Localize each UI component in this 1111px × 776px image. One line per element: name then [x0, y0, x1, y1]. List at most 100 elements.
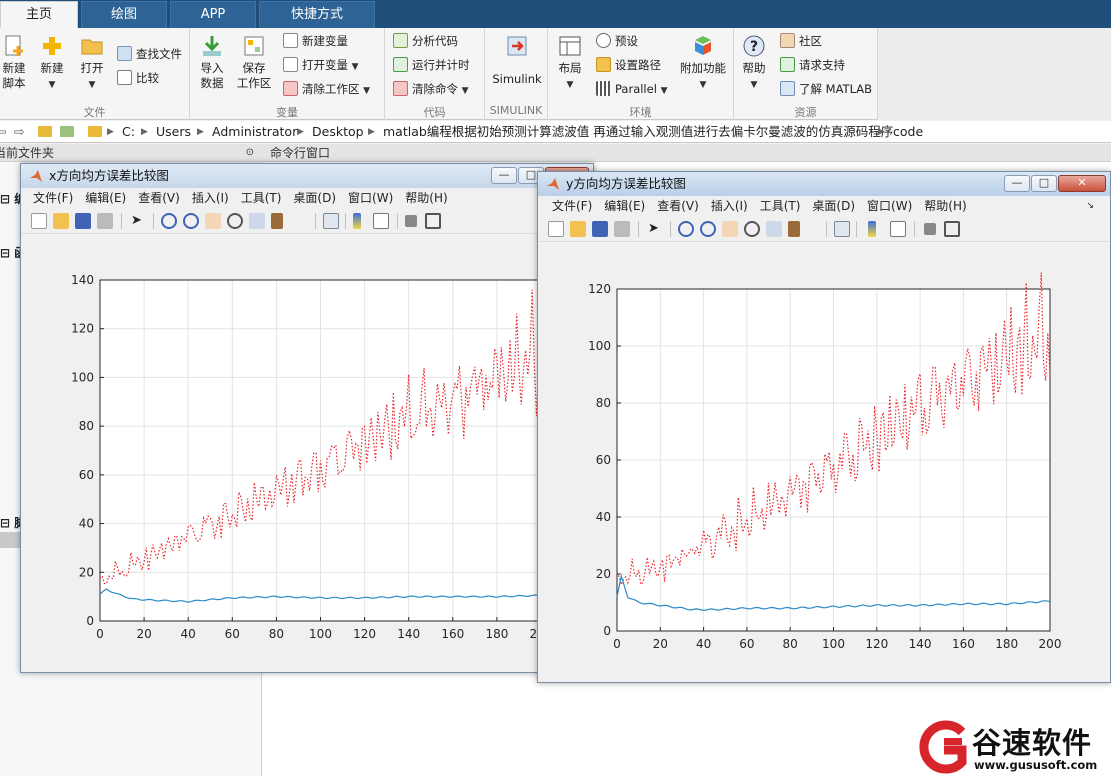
line-chart[interactable]: 0204060801001201401601802000204060801001…	[538, 243, 1111, 683]
new-variable-button[interactable]: 新建变量	[283, 31, 348, 51]
save-icon[interactable]	[592, 221, 608, 237]
breadcrumb-item[interactable]: C:	[122, 121, 135, 143]
brush-icon[interactable]	[271, 213, 283, 229]
breadcrumb-item[interactable]: matlab编程根据初始预测计算滤波值 再通过输入观测值进行去偏卡尔曼滤波的仿真…	[383, 121, 893, 143]
menu-window[interactable]: 窗口(W)	[342, 188, 399, 208]
legend-icon[interactable]	[373, 213, 389, 229]
menu-edit[interactable]: 编辑(E)	[79, 188, 132, 208]
preferences-button[interactable]: 预设	[596, 31, 638, 51]
open-file-icon[interactable]	[53, 213, 69, 229]
menu-insert[interactable]: 插入(I)	[186, 188, 235, 208]
figure-window-y[interactable]: y方向均方误差比较图 — □ ✕ 文件(F) 编辑(E) 查看(V) 插入(I) 工具(…	[537, 171, 1111, 683]
back-arrow-icon[interactable]: ⇦	[0, 121, 6, 143]
zoom-in-icon[interactable]	[161, 213, 177, 229]
zoom-out-icon[interactable]	[700, 221, 716, 237]
data-cursor-icon[interactable]	[249, 213, 265, 229]
pan-icon[interactable]	[722, 221, 738, 237]
save-icon[interactable]	[75, 213, 91, 229]
figure-titlebar[interactable]: x方向均方误差比较图 — □ ✕	[21, 164, 593, 188]
print-icon[interactable]	[614, 221, 630, 237]
import-data-button[interactable]: 导入 数据	[192, 34, 232, 91]
breadcrumb-item[interactable]: Administrator	[212, 121, 297, 143]
new-script-button[interactable]: 新建 脚本	[0, 34, 34, 91]
open-variable-button[interactable]: 打开变量 ▼	[283, 55, 359, 75]
new-figure-icon[interactable]	[548, 221, 564, 237]
run-and-time-button[interactable]: 运行并计时	[393, 55, 470, 75]
community-button[interactable]: 社区	[780, 31, 822, 51]
new-figure-icon[interactable]	[31, 213, 47, 229]
menu-tools[interactable]: 工具(T)	[235, 188, 288, 208]
parallel-button[interactable]: Parallel ▼	[596, 79, 667, 99]
menu-help[interactable]: 帮助(H)	[918, 196, 972, 216]
brush-icon[interactable]	[788, 221, 800, 237]
clear-commands-button[interactable]: 清除命令 ▼	[393, 79, 469, 99]
menubar-overflow-icon[interactable]: ↘	[1080, 196, 1100, 216]
rotate-icon[interactable]	[744, 221, 760, 237]
set-path-button[interactable]: 设置路径	[596, 55, 661, 75]
analyze-code-button[interactable]: 分析代码	[393, 31, 458, 51]
link-plot-icon[interactable]	[323, 213, 339, 229]
menu-view[interactable]: 查看(V)	[132, 188, 186, 208]
hide-tools-icon[interactable]	[924, 223, 936, 235]
print-icon[interactable]	[97, 213, 113, 229]
tab-home[interactable]: 主页	[0, 1, 78, 28]
find-files-button[interactable]: 查找文件	[117, 44, 182, 64]
figure-titlebar[interactable]: y方向均方误差比较图 — □ ✕	[538, 172, 1110, 196]
menu-file[interactable]: 文件(F)	[27, 188, 79, 208]
breadcrumb-item[interactable]: Users	[156, 121, 191, 143]
colorbar-icon[interactable]	[868, 221, 876, 237]
save-workspace-button[interactable]: 保存 工作区	[234, 34, 274, 91]
forward-arrow-icon[interactable]: ⇨	[14, 121, 24, 143]
minimize-button[interactable]: —	[491, 167, 517, 184]
tab-plots[interactable]: 绘图	[81, 1, 167, 28]
up-folder-icon[interactable]	[38, 121, 52, 143]
simulink-button[interactable]: Simulink	[491, 34, 543, 87]
open-file-icon[interactable]	[570, 221, 586, 237]
layout-button[interactable]: 布局 ▼	[550, 34, 590, 93]
selected-row[interactable]	[0, 532, 22, 548]
zoom-out-icon[interactable]	[183, 213, 199, 229]
rotate-icon[interactable]	[227, 213, 243, 229]
menu-desktop[interactable]: 桌面(D)	[287, 188, 342, 208]
tab-apps[interactable]: APP	[170, 1, 256, 28]
dock-icon[interactable]	[425, 213, 441, 229]
colorbar-icon[interactable]	[353, 213, 361, 229]
dock-icon[interactable]	[944, 221, 960, 237]
hide-tools-icon[interactable]	[405, 215, 417, 227]
maximize-button[interactable]: □	[1031, 175, 1057, 192]
pointer-icon[interactable]: ➤	[648, 221, 664, 237]
open-button[interactable]: 打开 ▼	[72, 34, 112, 93]
data-cursor-icon[interactable]	[766, 221, 782, 237]
pan-icon[interactable]	[205, 213, 221, 229]
help-button[interactable]: ? 帮助 ▼	[734, 34, 774, 93]
menu-window[interactable]: 窗口(W)	[861, 196, 918, 216]
line-chart[interactable]: 0204060801001201401601802000204060801001…	[21, 235, 594, 673]
menu-help[interactable]: 帮助(H)	[399, 188, 453, 208]
request-support-button[interactable]: 请求支持	[780, 55, 845, 75]
breadcrumb-item[interactable]: Desktop	[312, 121, 364, 143]
chevron-down-icon: ▼	[88, 80, 96, 90]
new-button[interactable]: 新建 ▼	[32, 34, 72, 93]
close-button[interactable]: ✕	[1058, 175, 1106, 192]
figure-window-x[interactable]: x方向均方误差比较图 — □ ✕ 文件(F)编辑(E)查看(V)插入(I)工具(…	[20, 163, 594, 673]
menu-tools[interactable]: 工具(T)	[754, 196, 807, 216]
learn-matlab-button[interactable]: 了解 MATLAB	[780, 79, 872, 99]
compare-button[interactable]: 比较	[117, 68, 159, 88]
legend-icon[interactable]	[890, 221, 906, 237]
clear-workspace-button[interactable]: 清除工作区 ▼	[283, 79, 370, 99]
menu-view[interactable]: 查看(V)	[651, 196, 705, 216]
zoom-in-icon[interactable]	[678, 221, 694, 237]
menu-insert[interactable]: 插入(I)	[705, 196, 754, 216]
y-tick-label: 120	[588, 282, 611, 296]
minimize-button[interactable]: —	[1004, 175, 1030, 192]
link-plot-icon[interactable]	[834, 221, 850, 237]
pointer-icon[interactable]: ➤	[131, 213, 147, 229]
breadcrumb-item[interactable]: code	[893, 121, 923, 143]
tab-shortcuts[interactable]: 快捷方式	[259, 1, 375, 28]
panel-menu-icon[interactable]: ⊙	[246, 144, 254, 162]
browse-folder-icon[interactable]	[60, 121, 74, 143]
menu-desktop[interactable]: 桌面(D)	[806, 196, 861, 216]
menu-file[interactable]: 文件(F)	[546, 196, 598, 216]
add-ons-button[interactable]: 附加功能 ▼	[678, 34, 728, 93]
menu-edit[interactable]: 编辑(E)	[598, 196, 651, 216]
